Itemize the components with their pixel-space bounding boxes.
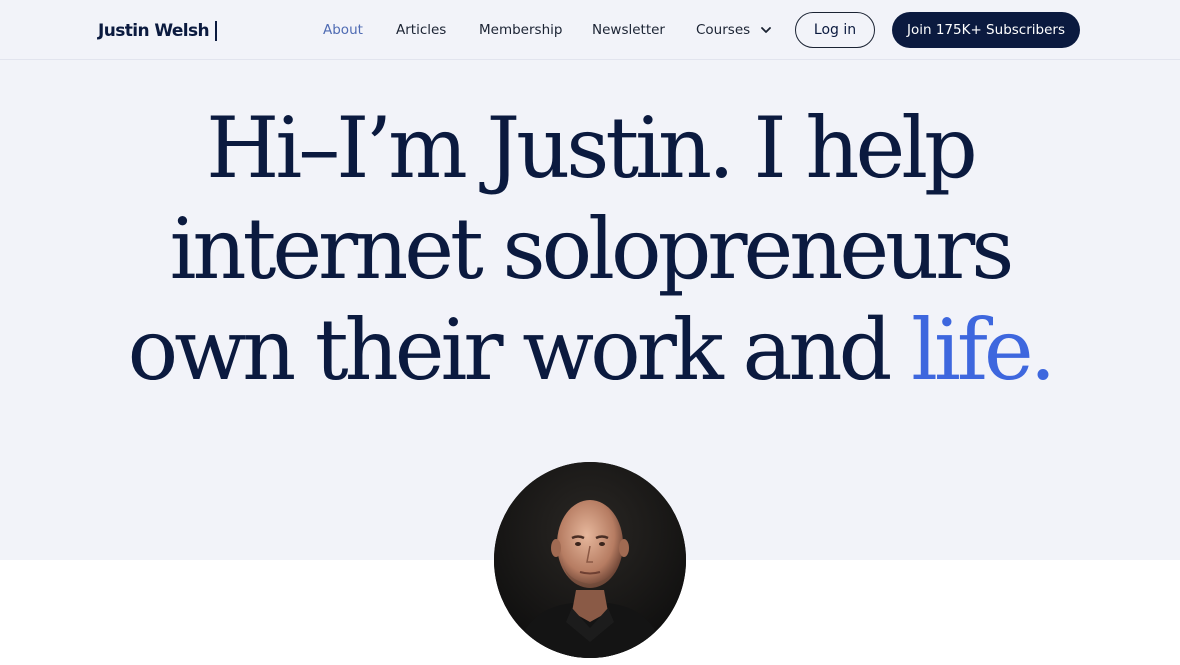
nav-newsletter[interactable]: Newsletter [592,20,665,40]
nav-about[interactable]: About [323,20,363,40]
login-button[interactable]: Log in [795,12,875,48]
hero-headline: Hi–I’m Justin. I help internet soloprene… [0,98,1180,401]
join-subscribers-button[interactable]: Join 175K+ Subscribers [892,12,1080,48]
nav-courses[interactable]: Courses [696,20,773,40]
headline-line-3-text: own their work and [127,301,912,399]
nav-membership[interactable]: Membership [479,20,562,40]
profile-photo [494,462,686,658]
headline-line-2: internet solopreneurs [169,200,1015,298]
headline-line-1: Hi–I’m Justin. I help [206,99,978,197]
chevron-down-icon [759,23,773,37]
nav-courses-label: Courses [696,22,751,38]
nav-articles[interactable]: Articles [396,20,446,40]
headline-line-3: own their work and life. [0,300,1180,401]
site-header: Justin Welsh About Articles Membership N… [0,0,1180,60]
profile-photo-image [494,462,686,658]
headline-accent-word: life. [911,301,1056,399]
